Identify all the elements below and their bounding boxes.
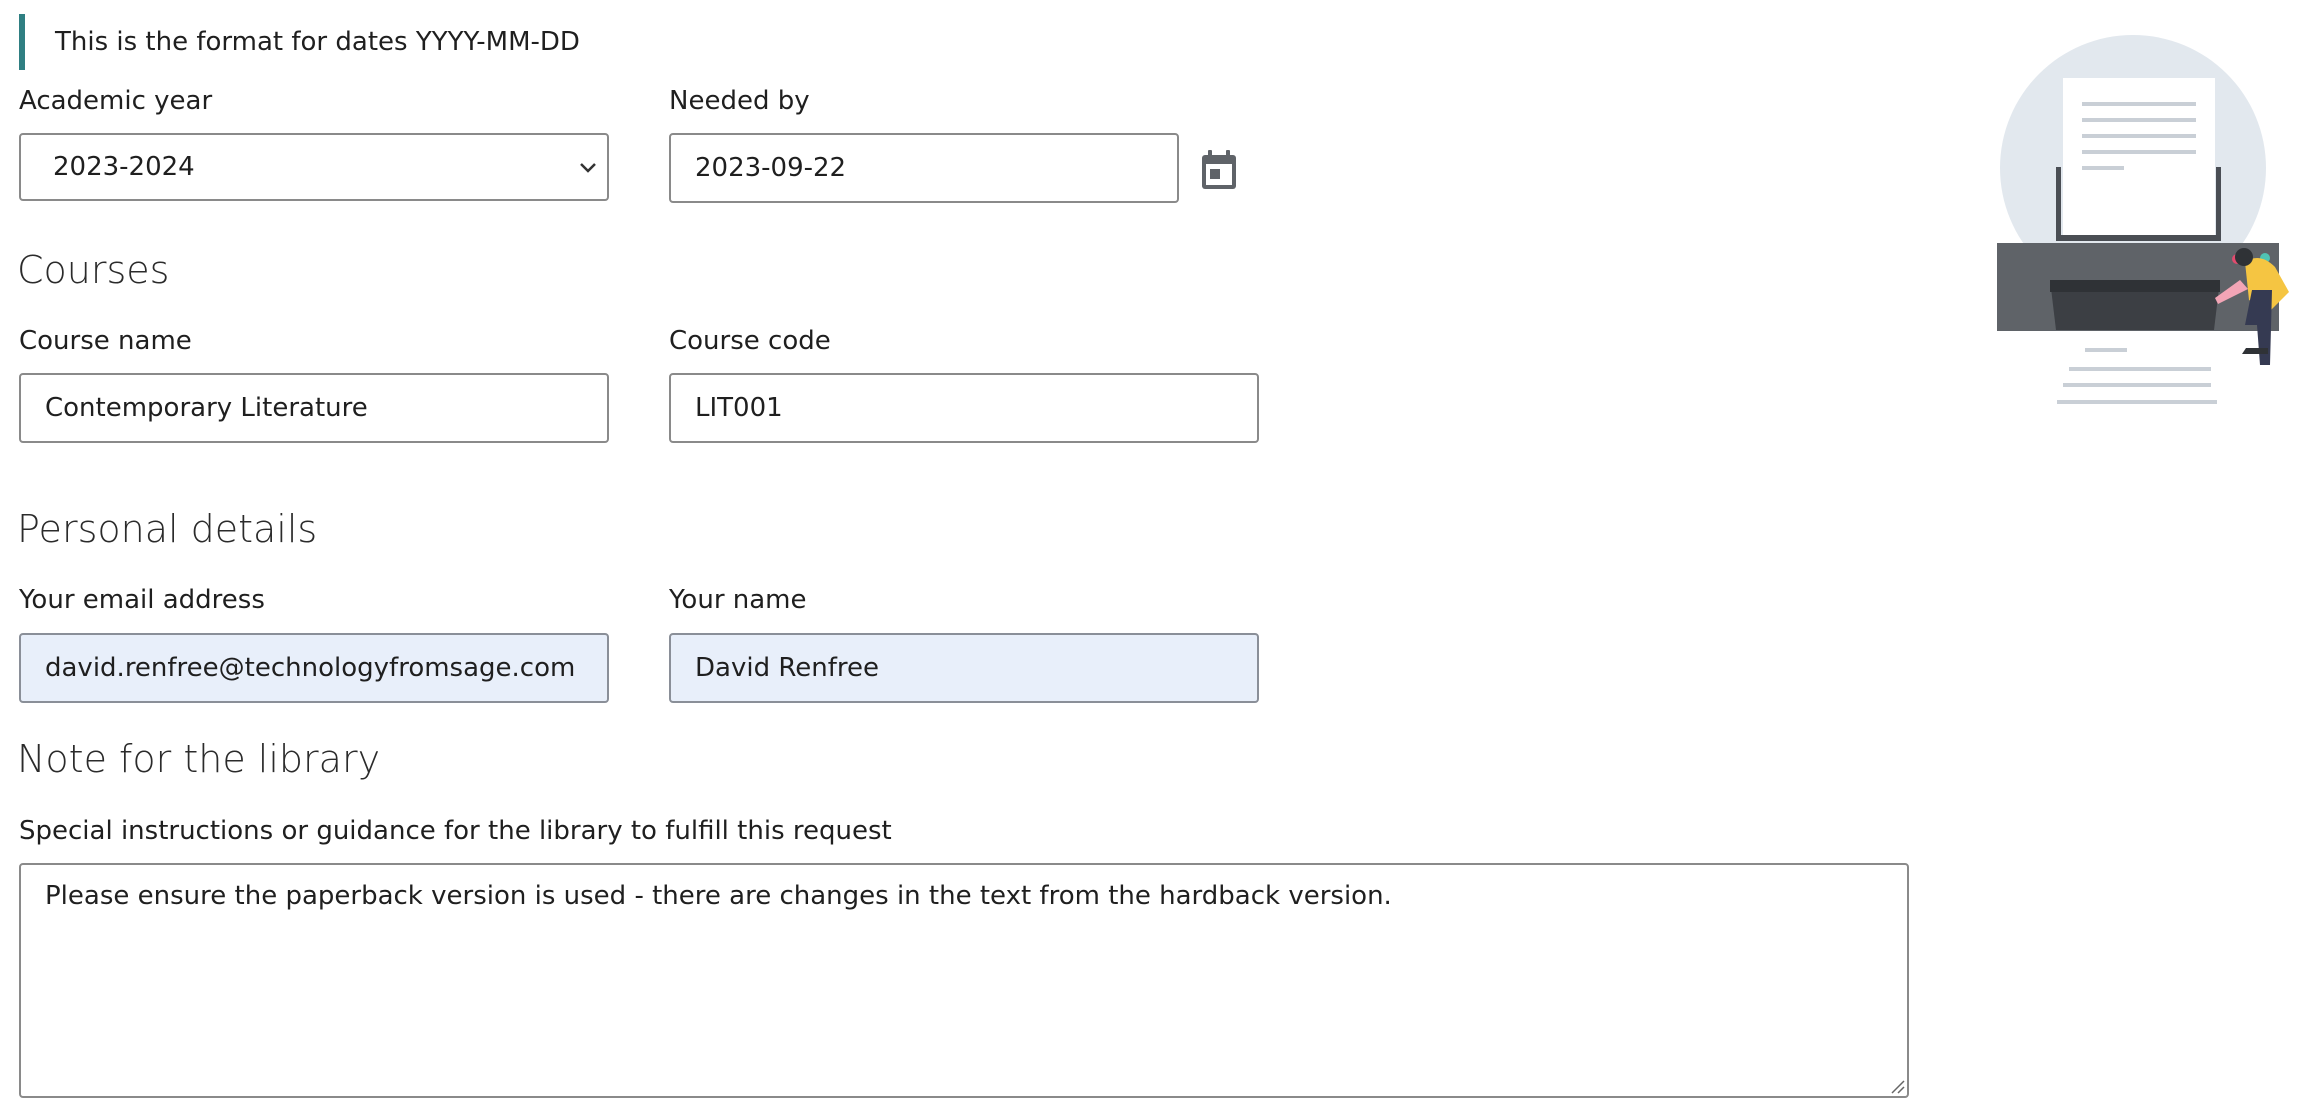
calendar-icon[interactable] <box>1200 149 1238 191</box>
name-label: Your name <box>669 585 807 615</box>
course-name-value: Contemporary Literature <box>45 393 368 423</box>
course-code-input[interactable]: LIT001 <box>669 373 1259 443</box>
course-name-input[interactable]: Contemporary Literature <box>19 373 609 443</box>
resize-grip-icon[interactable] <box>1889 1078 1905 1094</box>
printer-illustration <box>1997 35 2289 404</box>
name-input[interactable]: David Renfree <box>669 633 1259 703</box>
personal-details-heading: Personal details <box>17 507 318 551</box>
library-note-label: Special instructions or guidance for the… <box>19 816 892 846</box>
course-code-label: Course code <box>669 326 831 356</box>
email-input[interactable]: david.renfree@technologyfromsage.com <box>19 633 609 703</box>
email-label: Your email address <box>19 585 265 615</box>
academic-year-value: 2023-2024 <box>53 152 195 182</box>
needed-by-value: 2023-09-22 <box>695 153 847 183</box>
library-note-value: Please ensure the paperback version is u… <box>45 881 1392 911</box>
date-format-hint: This is the format for dates YYYY-MM-DD <box>19 14 580 70</box>
needed-by-date-input[interactable]: 2023-09-22 <box>669 133 1179 203</box>
date-format-hint-text: This is the format for dates YYYY-MM-DD <box>55 27 580 57</box>
academic-year-label: Academic year <box>19 86 213 116</box>
library-note-heading: Note for the library <box>17 737 381 781</box>
needed-by-label: Needed by <box>669 86 810 116</box>
course-code-value: LIT001 <box>695 393 783 423</box>
course-name-label: Course name <box>19 326 192 356</box>
courses-heading: Courses <box>17 248 170 292</box>
library-request-form: This is the format for dates YYYY-MM-DD … <box>0 0 2298 1112</box>
email-value: david.renfree@technologyfromsage.com <box>45 653 576 683</box>
library-note-textarea[interactable]: Please ensure the paperback version is u… <box>19 863 1909 1098</box>
academic-year-select[interactable]: 2023-2024 <box>19 133 609 201</box>
name-value: David Renfree <box>695 653 879 683</box>
chevron-down-icon <box>580 163 596 173</box>
